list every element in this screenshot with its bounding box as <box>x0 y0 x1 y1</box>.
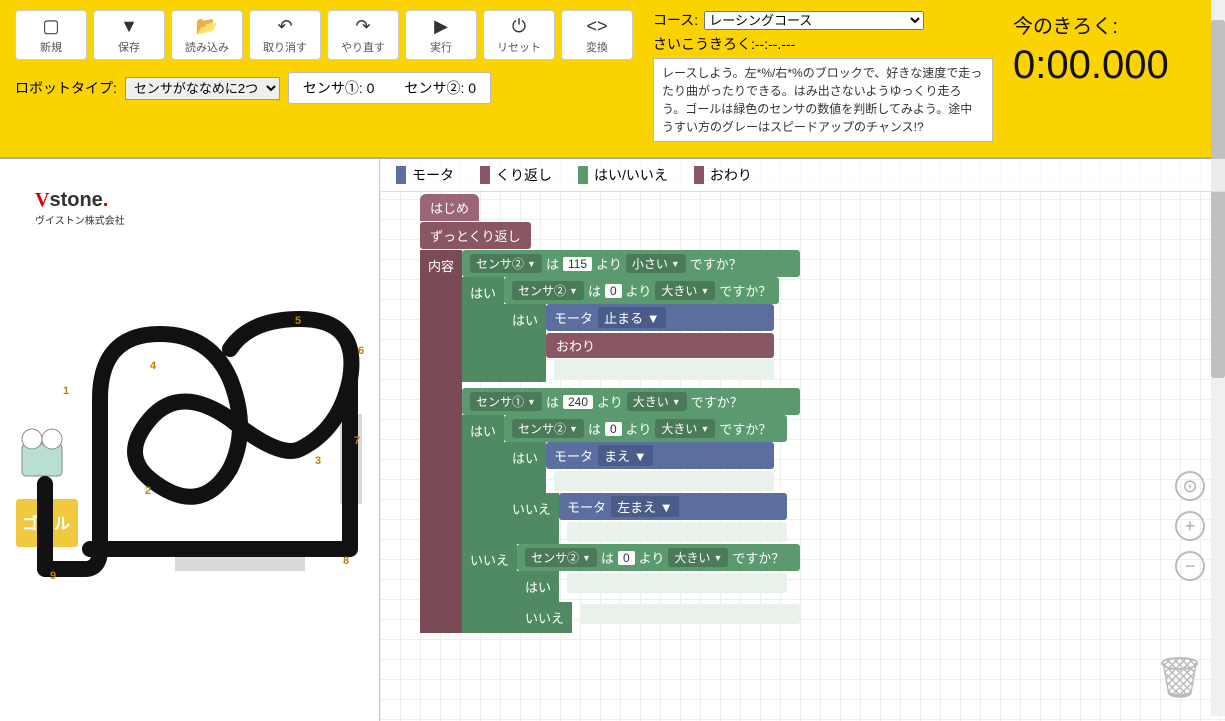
yes-label: はい <box>504 304 546 382</box>
svg-text:9: 9 <box>50 570 56 582</box>
svg-text:2: 2 <box>145 485 151 497</box>
block-end[interactable]: おわり <box>546 333 774 358</box>
course-select[interactable]: レーシングコース <box>704 11 924 30</box>
topbar: ▢新規 ▼保存 📂読み込み ↶取り消す ↷やり直す ▶実行 ⏻リセット <>変換… <box>0 0 1225 157</box>
blockly-workspace[interactable]: モータ くり返し はい/いいえ おわり はじめ ずっとくり返し 内容 センサ②▼… <box>380 159 1225 721</box>
new-button[interactable]: ▢新規 <box>15 10 87 60</box>
svg-text:4: 4 <box>150 360 157 372</box>
zoom-out-button[interactable]: − <box>1175 551 1205 581</box>
course-description: レースしよう。左*%/右*%のブロックで、好きな速度で走ったり曲がったりできる。… <box>653 58 993 142</box>
svg-text:5: 5 <box>295 315 301 327</box>
no-label: いいえ <box>462 544 517 633</box>
timer-label: 今のきろく: <box>1013 10 1169 39</box>
load-button[interactable]: 📂読み込み <box>171 10 243 60</box>
block-if-1-1[interactable]: センサ②▼ は 0 より 大きい▼ ですか？ <box>504 277 779 304</box>
robot-type-select[interactable]: センサがななめに2つ <box>125 77 280 100</box>
vertical-scrollbar[interactable] <box>1211 0 1225 716</box>
block-program[interactable]: はじめ ずっとくり返し 内容 センサ②▼ は 115 より 小さい▼ ですか？ … <box>420 194 800 633</box>
yes-label: はい <box>504 442 546 493</box>
block-motor-fwd[interactable]: モータまえ ▼ <box>546 442 774 469</box>
run-button[interactable]: ▶実行 <box>405 10 477 60</box>
zoom-center-button[interactable]: ⊙ <box>1175 471 1205 501</box>
redo-button[interactable]: ↷やり直す <box>327 10 399 60</box>
category-ifelse[interactable]: はい/いいえ <box>570 163 676 187</box>
block-if-3[interactable]: センサ②▼ は 0 より 大きい▼ ですか？ <box>517 544 800 571</box>
reset-button[interactable]: ⏻リセット <box>483 10 555 60</box>
toolbar-buttons: ▢新規 ▼保存 📂読み込み ↶取り消す ↷やり直す ▶実行 ⏻リセット <>変換 <box>15 10 633 60</box>
sensor-panel: センサ①: 0 センサ②: 0 <box>288 72 491 104</box>
undo-icon: ↶ <box>277 15 292 37</box>
save-button[interactable]: ▼保存 <box>93 10 165 60</box>
block-motor-stop[interactable]: モータ止まる ▼ <box>546 304 774 331</box>
timer-value: 0:00.000 <box>1013 43 1169 88</box>
course-label: コース: <box>653 10 698 30</box>
redo-icon: ↷ <box>355 15 370 37</box>
block-start[interactable]: はじめ <box>420 194 479 221</box>
loop-content-label: 内容 <box>420 250 462 633</box>
robot-type-label: ロボットタイプ: <box>15 78 117 98</box>
category-motor[interactable]: モータ <box>388 163 462 187</box>
svg-text:7: 7 <box>354 435 360 447</box>
simulator-panel: Vstone. ヴイストン株式会社 ゴール 1 2 3 4 5 6 <box>0 159 380 721</box>
block-if-2-1[interactable]: センサ②▼ は 0 より 大きい▼ ですか？ <box>504 415 787 442</box>
folder-open-icon: 📂 <box>196 15 218 37</box>
power-icon: ⏻ <box>512 15 526 37</box>
best-record: さいこうきろく:--:--.--- <box>653 34 993 54</box>
block-loop[interactable]: ずっとくり返し <box>420 222 531 249</box>
block-if-1[interactable]: センサ②▼ は 115 より 小さい▼ ですか？ <box>462 250 800 277</box>
yes-label: はい <box>462 277 504 382</box>
track-canvas: ゴール 1 2 3 4 5 6 7 8 9 <box>0 219 380 699</box>
sensor1-value: センサ①: 0 <box>303 78 375 98</box>
convert-button[interactable]: <>変換 <box>561 10 633 60</box>
file-icon: ▢ <box>42 15 59 37</box>
svg-text:8: 8 <box>343 555 349 567</box>
sensor2-value: センサ②: 0 <box>404 78 476 98</box>
save-icon: ▼ <box>120 15 138 37</box>
zoom-controls: ⊙ + − <box>1175 471 1205 581</box>
zoom-in-button[interactable]: + <box>1175 511 1205 541</box>
block-motor-leftfwd[interactable]: モータ左まえ ▼ <box>559 493 787 520</box>
category-loop[interactable]: くり返し <box>472 163 560 187</box>
yes-label: はい <box>462 415 504 544</box>
svg-text:3: 3 <box>315 455 321 467</box>
svg-text:6: 6 <box>358 345 364 357</box>
category-end[interactable]: おわり <box>686 163 760 187</box>
undo-button[interactable]: ↶取り消す <box>249 10 321 60</box>
code-icon: <> <box>586 15 607 37</box>
no-label: いいえ <box>504 493 559 544</box>
trash-icon[interactable]: 🗑 <box>1154 654 1205 701</box>
block-if-2[interactable]: センサ①▼ は 240 より 大きい▼ ですか？ <box>462 388 800 415</box>
svg-text:1: 1 <box>63 385 69 397</box>
block-categories: モータ くり返し はい/いいえ おわり <box>380 159 1225 192</box>
play-icon: ▶ <box>434 15 448 37</box>
